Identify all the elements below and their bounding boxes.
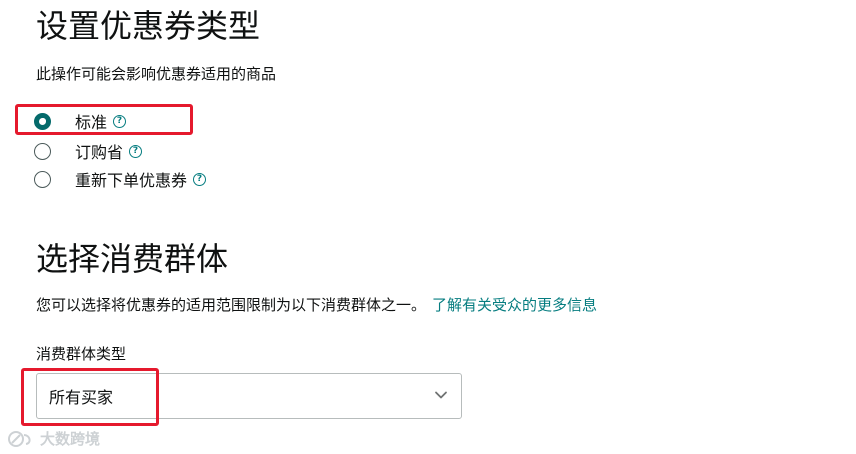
coupon-type-option-subscribe-save[interactable]: 订购省 ? bbox=[34, 139, 143, 163]
audience-type-label: 消费群体类型 bbox=[36, 345, 127, 363]
chevron-down-icon bbox=[435, 391, 447, 399]
radio-reorder[interactable] bbox=[34, 170, 51, 188]
option-label-subscribe-save: 订购省 bbox=[75, 143, 124, 162]
coupon-type-option-reorder[interactable]: 重新下单优惠券 ? bbox=[34, 167, 207, 191]
radio-standard[interactable] bbox=[34, 112, 51, 130]
help-icon[interactable]: ? bbox=[129, 144, 143, 158]
audience-description-text: 您可以选择将优惠券的适用范围限制为以下消费群体之一。 bbox=[36, 296, 427, 314]
watermark: 大数跨境 bbox=[6, 428, 100, 449]
radio-subscribe-save[interactable] bbox=[34, 142, 51, 160]
audience-description: 您可以选择将优惠券的适用范围限制为以下消费群体之一。 了解有关受众的更多信息 bbox=[36, 294, 597, 316]
coupon-type-option-standard[interactable]: 标准 ? bbox=[34, 109, 127, 133]
coupon-type-title: 设置优惠券类型 bbox=[36, 7, 261, 45]
learn-more-link[interactable]: 了解有关受众的更多信息 bbox=[432, 296, 597, 314]
audience-title: 选择消费群体 bbox=[36, 240, 229, 278]
coupon-type-description: 此操作可能会影响优惠券适用的商品 bbox=[36, 65, 277, 83]
help-icon[interactable]: ? bbox=[113, 114, 127, 128]
watermark-logo-icon bbox=[8, 430, 31, 447]
audience-type-value: 所有买家 bbox=[49, 388, 114, 407]
audience-type-select[interactable]: 所有买家 bbox=[36, 373, 462, 419]
option-label-reorder: 重新下单优惠券 bbox=[75, 171, 188, 190]
help-icon[interactable]: ? bbox=[193, 172, 207, 186]
watermark-text: 大数跨境 bbox=[40, 430, 101, 448]
option-label-standard: 标准 bbox=[75, 113, 108, 132]
